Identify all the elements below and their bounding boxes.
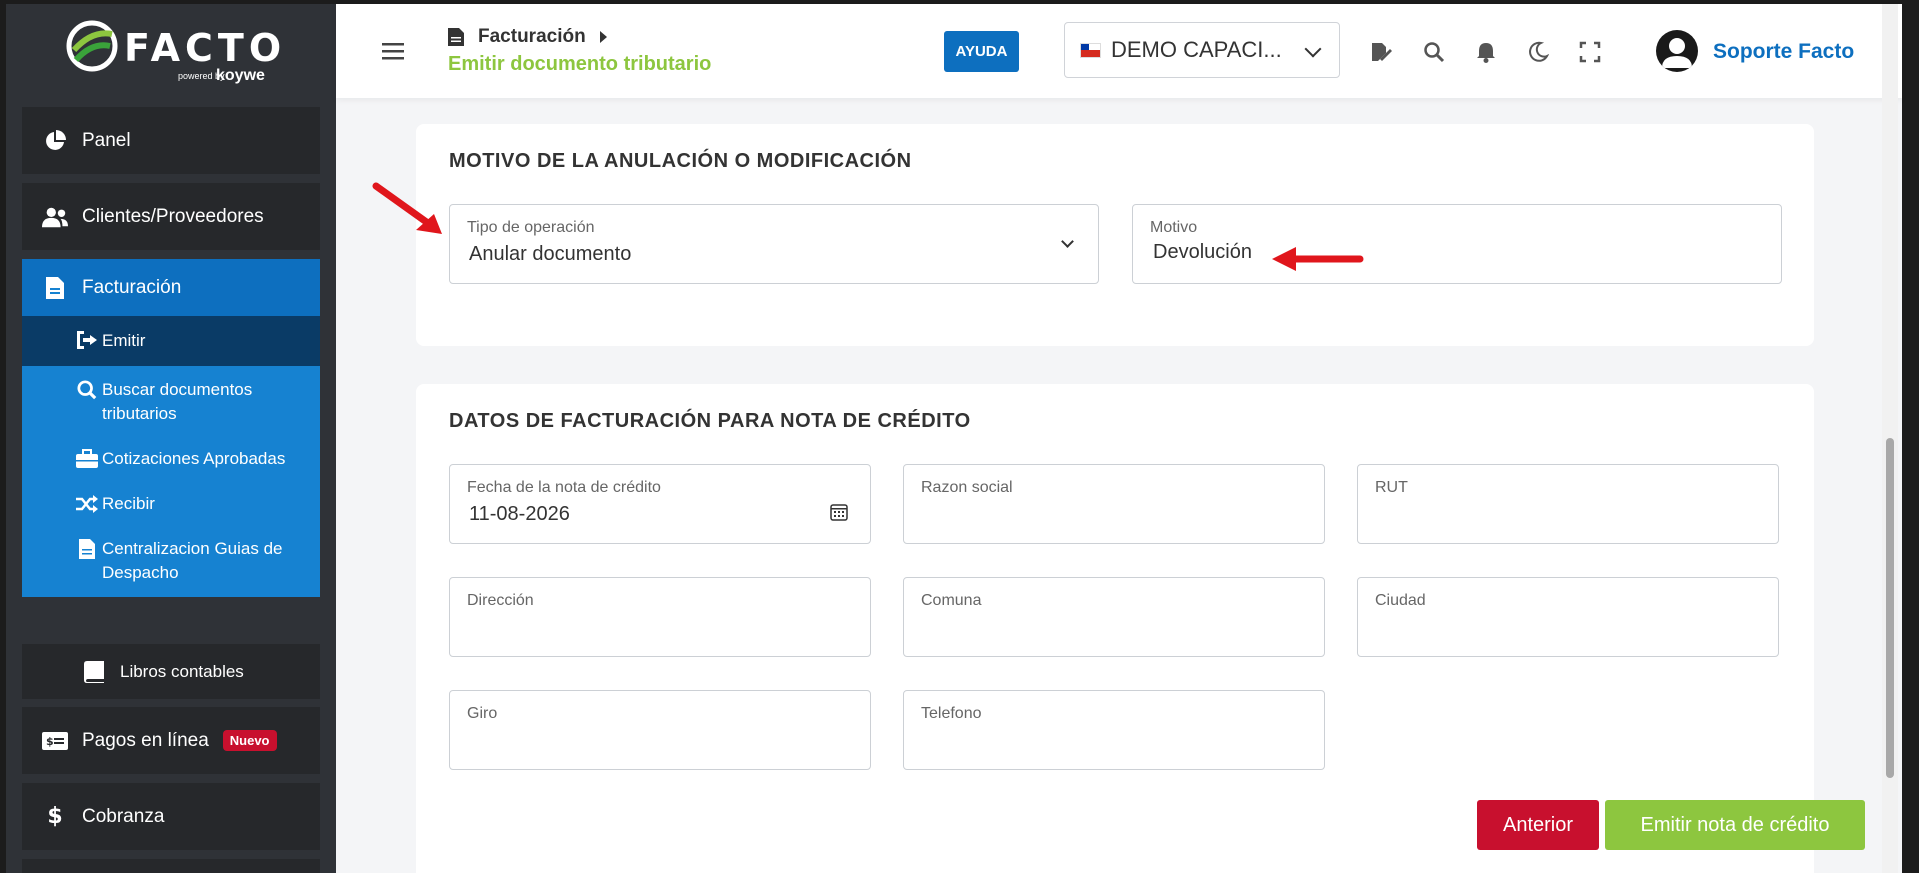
sidebar-item-clientes[interactable]: Clientes/Proveedores [22,183,320,250]
sidebar-item-libros[interactable]: Libros contables [22,644,320,699]
sidebar-item-pagos[interactable]: $ Pagos en línea Nuevo [22,707,320,774]
motivo-card-title: MOTIVO DE LA ANULACIÓN O MODIFICACIÓN [449,150,912,172]
comuna-field[interactable]: Comuna [903,577,1325,657]
hamburger-menu-icon[interactable] [382,42,404,60]
tipo-operacion-label: Tipo de operación [467,219,595,236]
direccion-field[interactable]: Dirección [449,577,871,657]
facto-logo[interactable]: FACTO powered by koywe [6,4,336,104]
rut-label: RUT [1375,479,1408,496]
breadcrumb-label: Facturación [478,26,586,47]
signature-icon[interactable] [1370,41,1392,63]
fecha-value: 11-08-2026 [469,503,570,525]
brand-partner: koywe [216,67,265,84]
dollar-icon: $ [47,804,63,829]
sidebar-item-label: Facturación [82,276,182,298]
submenu-item-cotizaciones[interactable]: Cotizaciones Aprobadas [22,435,320,480]
direccion-label: Dirección [467,592,534,609]
brand-name: FACTO [124,26,287,70]
datos-card-title: DATOS DE FACTURACIÓN PARA NOTA DE CRÉDIT… [449,410,971,432]
submenu-item-label: Buscar documentos tributarios [102,380,253,423]
caret-right-icon [599,31,607,43]
company-select[interactable]: DEMO CAPACI... [1064,22,1340,78]
avatar[interactable] [1656,30,1698,72]
rut-field[interactable]: RUT [1357,464,1779,544]
submenu-item-label: Centralizacion Guias de Despacho [102,539,283,582]
sidebar-item-label: Clientes/Proveedores [82,205,264,227]
motivo-value: Devolución [1153,241,1252,263]
tipo-operacion-select[interactable]: Tipo de operación Anular documento [449,204,1099,284]
submenu-item-emitir[interactable]: Emitir [22,316,320,366]
razon-social-label: Razon social [921,479,1013,496]
calendar-icon[interactable] [830,503,848,521]
chile-flag-icon [1080,42,1101,58]
sidebar: FACTO powered by koywe Panel Clientes/Pr… [6,4,336,873]
tipo-operacion-value: Anular documento [469,243,632,265]
company-name: DEMO CAPACI... [1111,37,1282,62]
page-title: Emitir documento tributario [448,53,712,75]
topbar: Facturación Emitir documento tributario … [336,4,1902,98]
file-icon [448,28,464,46]
users-icon [42,204,68,230]
facto-logo-icon [66,20,118,72]
fullscreen-icon[interactable] [1579,41,1601,63]
sidebar-item-label: Cobranza [82,805,165,827]
razon-social-field[interactable]: Razon social [903,464,1325,544]
telefono-label: Telefono [921,705,982,722]
submenu-item-label: Cotizaciones Aprobadas [102,449,286,468]
scrollbar-thumb[interactable] [1886,438,1894,778]
submenu-item-recibir[interactable]: Recibir [22,480,320,525]
emitir-nota-credito-button[interactable]: Emitir nota de crédito [1605,800,1865,850]
chevron-down-icon [1304,40,1322,58]
sidebar-item-panel[interactable]: Panel [22,107,320,174]
annotation-arrow-icon [372,182,442,234]
datos-facturacion-card: DATOS DE FACTURACIÓN PARA NOTA DE CRÉDIT… [416,384,1865,873]
book-icon [84,660,106,683]
file-icon [79,539,95,559]
sidebar-item-label: Panel [82,129,131,151]
search-icon[interactable] [1423,41,1445,63]
file-icon [42,275,68,301]
comuna-label: Comuna [921,592,982,609]
motivo-card: MOTIVO DE LA ANULACIÓN O MODIFICACIÓN Ti… [416,124,1814,346]
telefono-field[interactable]: Telefono [903,690,1325,770]
sidebar-item-facturacion[interactable]: Facturación [22,259,320,316]
user-name[interactable]: Soporte Facto [1713,40,1854,64]
scrollbar[interactable] [1882,4,1898,873]
svg-text:$: $ [46,735,54,748]
money-icon: $ [42,728,68,754]
pie-chart-icon [42,128,68,154]
sidebar-item-label: Libros contables [120,661,244,681]
giro-field[interactable]: Giro [449,690,871,770]
annotation-arrow-icon [1272,247,1364,271]
shuffle-icon [76,495,98,513]
breadcrumb[interactable]: Facturación [448,26,607,48]
submenu-item-centralizacion[interactable]: Centralizacion Guias de Despacho [22,525,320,597]
bell-icon[interactable] [1475,41,1497,63]
ayuda-button[interactable]: AYUDA [944,31,1019,72]
briefcase-icon [76,449,98,468]
motivo-field[interactable]: Motivo Devolución [1132,204,1782,284]
sidebar-item-cobranza[interactable]: $ Cobranza [22,783,320,850]
main-content: MOTIVO DE LA ANULACIÓN O MODIFICACIÓN Ti… [336,4,1902,873]
moon-icon[interactable] [1527,41,1549,63]
fecha-nota-field[interactable]: Fecha de la nota de crédito 11-08-2026 [449,464,871,544]
motivo-label: Motivo [1150,219,1198,236]
sidebar-item-more[interactable] [22,859,320,873]
search-icon [77,380,97,400]
giro-label: Giro [467,705,498,722]
ciudad-label: Ciudad [1375,592,1426,609]
sidebar-item-label: Pagos en línea [82,729,209,751]
facturacion-submenu: Emitir Buscar documentos tributarios Cot… [22,316,320,597]
submenu-item-buscar[interactable]: Buscar documentos tributarios [22,366,320,435]
chevron-down-icon [1061,235,1074,248]
new-badge: Nuevo [222,730,277,751]
sign-in-icon [77,331,97,349]
anterior-button[interactable]: Anterior [1477,800,1599,850]
submenu-item-label: Recibir [102,494,155,513]
ciudad-field[interactable]: Ciudad [1357,577,1779,657]
fecha-label: Fecha de la nota de crédito [467,479,661,496]
